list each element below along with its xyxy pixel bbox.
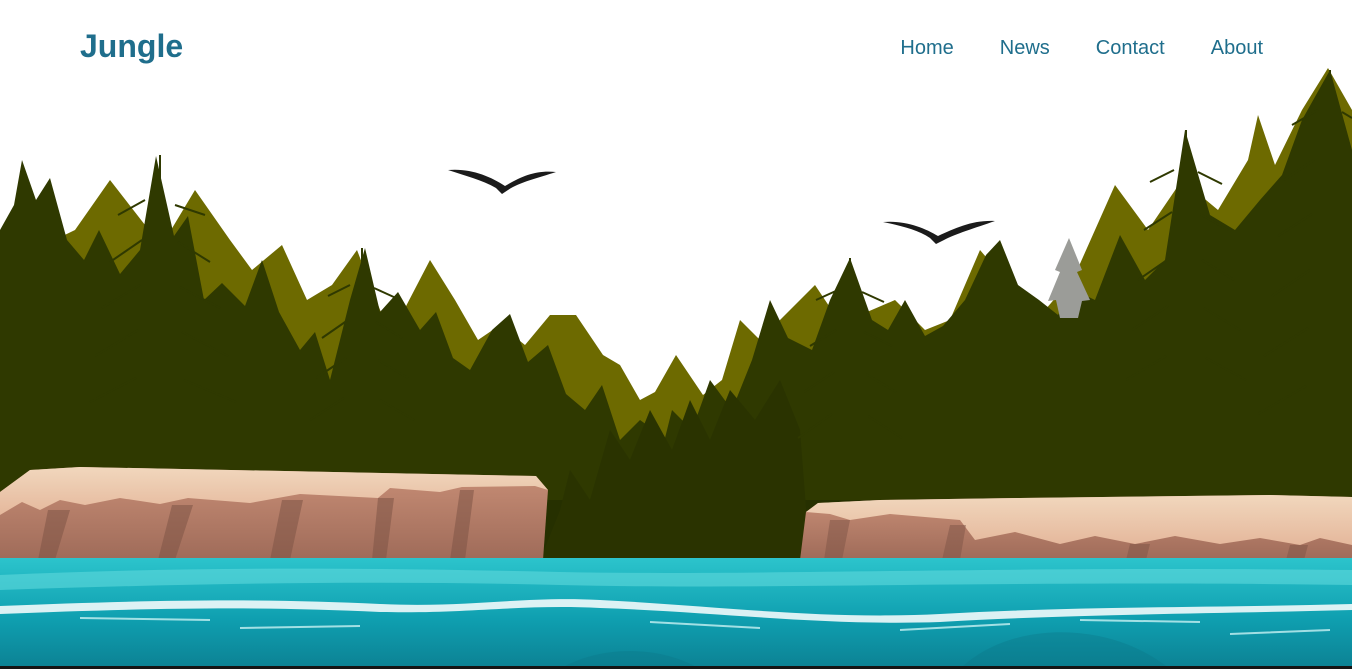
nav-contact-link[interactable]: Contact <box>1096 37 1165 60</box>
bird-right <box>883 220 995 244</box>
left-cliff <box>0 467 548 560</box>
nav-about-link[interactable]: About <box>1211 37 1263 60</box>
nav-home-link[interactable]: Home <box>900 37 953 60</box>
right-cliff <box>800 495 1352 560</box>
river <box>0 558 1352 669</box>
main-navigation: Home News Contact About <box>900 37 1263 60</box>
nav-news-link[interactable]: News <box>1000 37 1050 60</box>
hero-illustration <box>0 68 1352 669</box>
site-header: Jungle Home News Contact About <box>0 0 1352 96</box>
bird-left <box>448 169 556 194</box>
jungle-home-page: Jungle Home News Contact About <box>0 0 1352 669</box>
site-logo[interactable]: Jungle <box>80 28 183 65</box>
